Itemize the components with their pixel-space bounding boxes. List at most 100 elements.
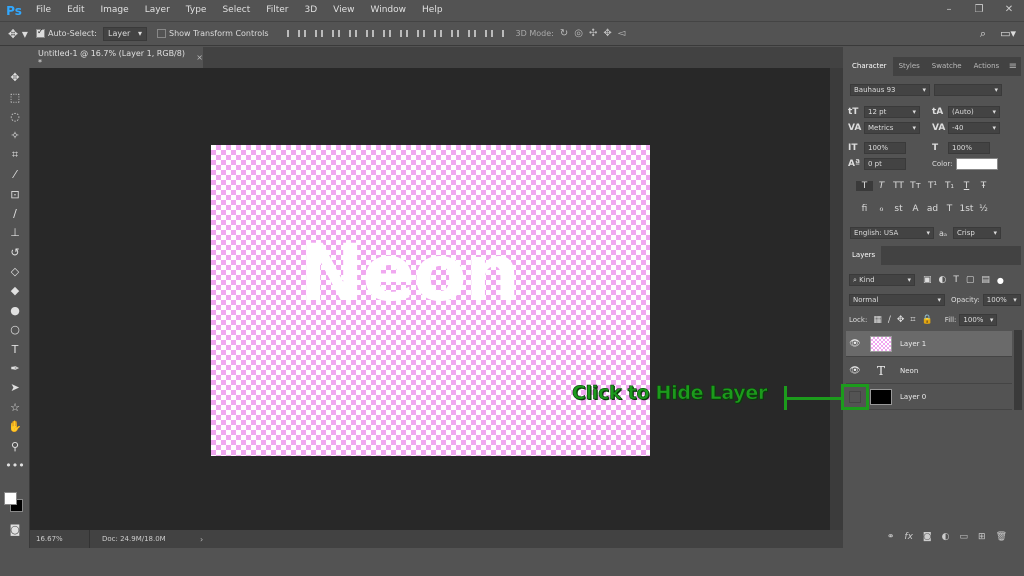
slide-3d-icon[interactable]: ✥ [603,28,611,39]
auto-select-checkbox[interactable] [36,27,45,38]
tab-swatches[interactable]: Swatche [926,57,968,76]
layers-scrollbar[interactable] [1014,330,1022,410]
crop-tool-icon[interactable]: ⌗ [0,146,30,165]
swash-button[interactable]: A [907,204,924,214]
titling-alt-button[interactable]: T [941,204,958,214]
dodge-tool-icon[interactable]: ○ [0,320,30,339]
align-top-icon[interactable] [285,27,300,40]
path-selection-tool-icon[interactable]: ➤ [0,378,30,397]
type-tool-icon[interactable]: T [0,339,30,358]
ordinals-button[interactable]: 1st [958,204,975,214]
menu-edit[interactable]: Edit [59,0,92,21]
antialias-select[interactable]: Crisp ▾ [953,227,1001,239]
strikethrough-button[interactable]: Ŧ [975,181,992,191]
lasso-tool-icon[interactable]: ◌ [0,107,30,126]
tab-actions[interactable]: Actions [968,57,1006,76]
document-tab[interactable]: Untitled-1 @ 16.7% (Layer 1, RGB/8) * × [30,47,203,68]
opacity-field[interactable]: 100% ▾ [982,294,1021,306]
color-swatches[interactable] [4,492,26,514]
discretionary-lig-button[interactable]: st [890,204,907,214]
menu-file[interactable]: File [28,0,59,21]
layer-row[interactable]: Layer 0 [846,384,1012,410]
move-tool-preset-icon[interactable]: ✥ ▾ [0,27,36,41]
contextual-alt-button[interactable]: ℴ [873,204,890,214]
tab-styles[interactable]: Styles [893,57,926,76]
link-icon[interactable]: ⚭ [887,532,895,542]
clone-stamp-tool-icon[interactable]: ⊥ [0,223,30,242]
status-menu-arrow[interactable]: › [200,535,203,544]
align-right-icon[interactable] [370,27,385,40]
subscript-button[interactable]: T₁ [941,181,958,191]
menu-image[interactable]: Image [93,0,137,21]
layer-row[interactable]: 👁 Layer 1 [846,331,1012,357]
distribute-bottom-icon[interactable] [421,27,436,40]
visibility-eye-icon[interactable]: 👁 [846,366,864,376]
foreground-color-swatch[interactable] [4,492,17,505]
distribute-right-icon[interactable] [472,27,487,40]
group-icon[interactable]: ▭ [960,532,969,542]
distribute-hcenter-icon[interactable] [455,27,470,40]
close-tab-icon[interactable]: × [196,53,203,62]
close-window-button[interactable]: ✕ [994,0,1024,21]
menu-window[interactable]: Window [363,0,415,21]
menu-3d[interactable]: 3D [297,0,326,21]
workspace-icon[interactable]: ▭▾ [1000,27,1016,41]
menu-type[interactable]: Type [178,0,215,21]
distribute-top-icon[interactable] [387,27,402,40]
marquee-tool-icon[interactable]: ⬚ [0,87,30,106]
horizontal-scale-field[interactable]: 100% [948,142,990,154]
align-left-icon[interactable] [336,27,351,40]
shape-tool-icon[interactable]: ☆ [0,398,30,417]
distribute-left-icon[interactable] [438,27,453,40]
menu-filter[interactable]: Filter [258,0,296,21]
document-canvas[interactable]: Neon [211,145,650,456]
small-caps-button[interactable]: Tт [907,181,924,191]
all-caps-button[interactable]: TT [890,181,907,191]
faux-italic-button[interactable]: T [873,181,890,191]
stylistic-alt-button[interactable]: ad [924,204,941,214]
menu-select[interactable]: Select [214,0,258,21]
text-color-swatch[interactable] [956,158,998,170]
paint-bucket-tool-icon[interactable]: ◆ [0,281,30,300]
pen-tool-icon[interactable]: ✒ [0,359,30,378]
adjustment-icon[interactable]: ◐ [942,532,950,542]
mask-icon[interactable]: ◙ [923,532,932,542]
restore-button[interactable]: ❐ [964,0,994,21]
lock-icons[interactable]: ▦∕✥⌗🔒 [873,315,938,325]
trash-icon[interactable]: 🗑 [996,532,1007,542]
superscript-button[interactable]: T¹ [924,181,941,191]
baseline-shift-field[interactable]: 0 pt [864,158,906,170]
align-hcenter-icon[interactable] [353,27,368,40]
layer-filter-icons[interactable]: ▣◐T▢▤ [923,275,997,285]
auto-align-icon[interactable] [489,27,504,40]
font-style-select[interactable]: ▾ [934,84,1002,96]
font-family-select[interactable]: Bauhaus 93 ▾ [850,84,930,96]
new-layer-icon[interactable]: ⊞ [978,532,986,542]
visibility-eye-icon[interactable]: 👁 [846,339,864,349]
tab-layers[interactable]: Layers [846,246,882,265]
leading-field[interactable]: (Auto) ▾ [948,106,1000,118]
eyedropper-tool-icon[interactable]: ⁄ [0,165,30,184]
zoom-level[interactable]: 16.67% [30,530,90,548]
panel-menu-icon[interactable]: ≡ [1009,57,1017,76]
fx-icon[interactable]: fx [904,532,913,542]
magic-wand-tool-icon[interactable]: ✧ [0,126,30,145]
search-icon[interactable]: ⌕ [980,27,986,41]
scale-3d-icon[interactable]: ◅ [618,28,626,39]
filter-toggle-icon[interactable]: ● [997,276,1004,285]
faux-bold-button[interactable]: T [856,181,873,191]
vertical-scale-field[interactable]: 100% [864,142,906,154]
brush-tool-icon[interactable]: ∕ [0,204,30,223]
pan-3d-icon[interactable]: ✣ [589,28,597,39]
quick-mask-icon[interactable]: ◙ [0,520,30,539]
minimize-button[interactable]: – [934,0,964,21]
distribute-vcenter-icon[interactable] [404,27,419,40]
ligatures-button[interactable]: fi [856,204,873,214]
tracking-field[interactable]: -40 ▾ [948,122,1000,134]
canvas-workspace[interactable]: Neon [30,68,830,530]
menu-help[interactable]: Help [414,0,451,21]
more-tools-icon[interactable]: ••• [0,456,30,475]
blur-tool-icon[interactable]: ● [0,301,30,320]
zoom-tool-icon[interactable]: ⚲ [0,436,30,455]
canvas-scrollbar[interactable] [830,68,843,530]
